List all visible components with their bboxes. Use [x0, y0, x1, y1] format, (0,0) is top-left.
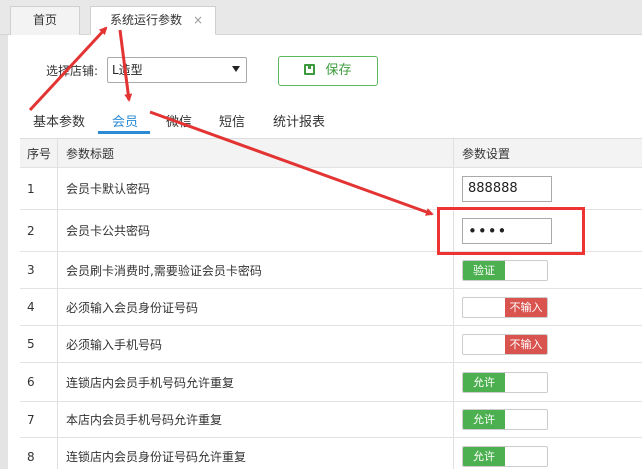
arrow-to-password [149, 110, 434, 216]
arrow-to-tab [28, 26, 108, 112]
annotation-arrows [28, 26, 434, 216]
arrow-to-member-tab [118, 29, 133, 102]
